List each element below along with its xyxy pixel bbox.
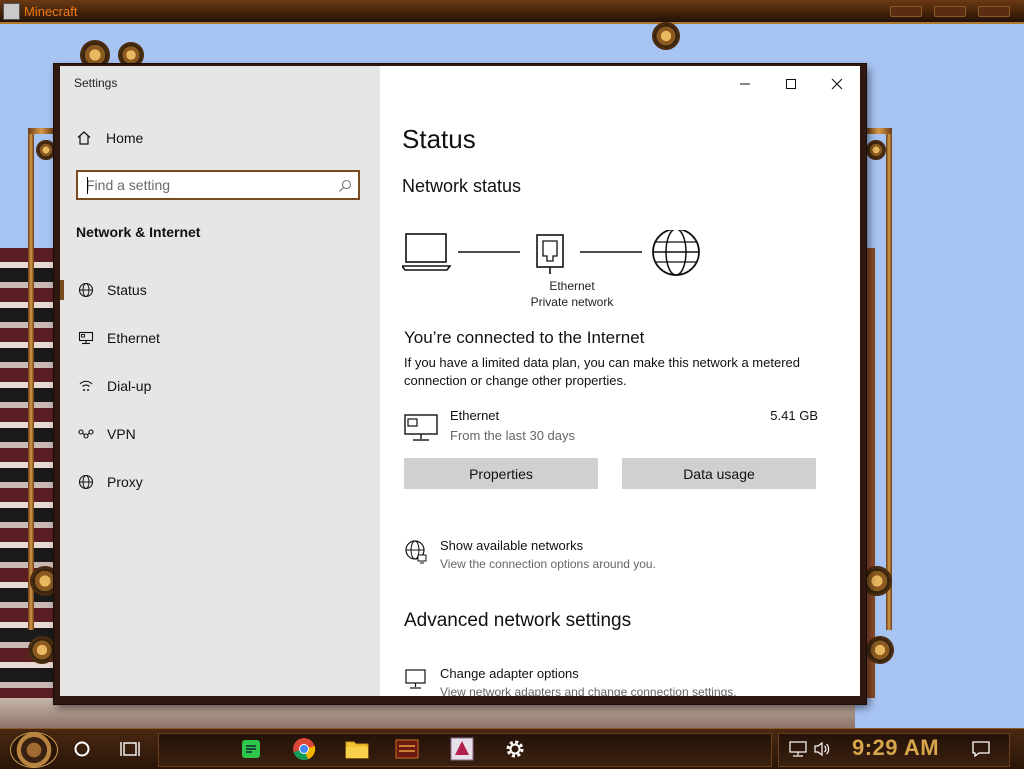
internet-globe-icon bbox=[652, 230, 700, 276]
steampunk-pipe bbox=[866, 128, 892, 134]
cortana-circle-icon bbox=[74, 741, 90, 757]
sidebar-item-label: Status bbox=[107, 282, 147, 298]
background-app-titlebar: Minecraft bbox=[0, 0, 1024, 24]
steampunk-pipe bbox=[28, 128, 54, 134]
background-minimize-button[interactable] bbox=[890, 6, 922, 17]
gear-icon bbox=[36, 140, 56, 160]
maximize-button[interactable] bbox=[776, 74, 806, 94]
sidebar-item-proxy[interactable]: Proxy bbox=[60, 462, 380, 502]
task-view-button[interactable] bbox=[118, 737, 142, 761]
notification-icon bbox=[972, 741, 990, 758]
dialup-icon bbox=[76, 378, 96, 394]
data-usage-amount: 5.41 GB bbox=[770, 408, 818, 423]
folder-icon bbox=[345, 741, 369, 759]
search-box[interactable] bbox=[76, 170, 360, 200]
globe-icon bbox=[76, 474, 96, 490]
network-tray-button[interactable] bbox=[786, 737, 810, 761]
gear-icon bbox=[862, 566, 892, 596]
sidebar-item-label: Ethernet bbox=[107, 330, 160, 346]
properties-button[interactable]: Properties bbox=[404, 458, 598, 489]
taskbar-app-notes[interactable] bbox=[239, 737, 263, 761]
network-status-heading: Network status bbox=[402, 176, 522, 196]
link-subtitle: View the connection options around you. bbox=[440, 557, 656, 571]
chrome-icon bbox=[293, 738, 316, 760]
settings-gear-icon bbox=[506, 740, 524, 758]
maximize-icon bbox=[786, 79, 796, 89]
network-type-label: Private network bbox=[530, 295, 614, 309]
ethernet-port-icon bbox=[536, 234, 564, 274]
home-nav-item[interactable]: Home bbox=[76, 130, 143, 146]
adapter-options-icon bbox=[405, 669, 426, 689]
window-title: Settings bbox=[74, 76, 118, 90]
task-view-icon bbox=[120, 742, 140, 756]
sidebar-item-status[interactable]: Status bbox=[60, 270, 380, 310]
background-close-button[interactable] bbox=[978, 6, 1010, 17]
home-icon bbox=[77, 131, 91, 145]
home-label: Home bbox=[106, 130, 144, 146]
minimize-icon bbox=[740, 83, 750, 85]
action-center-button[interactable] bbox=[969, 737, 993, 761]
start-button[interactable] bbox=[10, 732, 58, 768]
data-usage-button[interactable]: Data usage bbox=[622, 458, 816, 489]
notes-app-icon bbox=[242, 740, 260, 758]
gear-icon bbox=[866, 636, 894, 664]
globe-network-icon bbox=[405, 540, 427, 564]
connection-name: Ethernet bbox=[450, 408, 500, 423]
close-icon bbox=[831, 78, 843, 90]
minecraft-app-icon bbox=[3, 3, 20, 20]
taskbar-app-settings[interactable] bbox=[503, 737, 527, 761]
ethernet-adapter-icon bbox=[404, 414, 438, 441]
page-title: Status bbox=[402, 124, 476, 154]
settings-window: Settings Home Network & Internet bbox=[54, 64, 866, 704]
link-title: Change adapter options bbox=[440, 666, 579, 681]
gear-icon bbox=[866, 140, 886, 160]
vpn-icon bbox=[76, 426, 96, 442]
sidebar-item-label: Proxy bbox=[107, 474, 143, 490]
background-app-title: Minecraft bbox=[24, 4, 78, 19]
cortana-button[interactable] bbox=[70, 737, 94, 761]
usage-period: From the last 30 days bbox=[450, 428, 575, 443]
advanced-settings-heading: Advanced network settings bbox=[404, 610, 632, 631]
link-subtitle: View network adapters and change connect… bbox=[440, 685, 737, 696]
volume-icon bbox=[814, 741, 830, 757]
connected-heading: You’re connected to the Internet bbox=[404, 328, 645, 347]
widget-app-icon bbox=[395, 739, 419, 759]
taskbar-app-paint[interactable] bbox=[450, 737, 474, 761]
gear-icon bbox=[28, 636, 56, 664]
volume-tray-button[interactable] bbox=[810, 737, 834, 761]
network-tray-icon bbox=[789, 741, 807, 757]
change-adapter-options-link[interactable]: Change adapter options View network adap… bbox=[404, 666, 824, 696]
taskbar-app-chrome[interactable] bbox=[292, 737, 316, 761]
sidebar-item-dialup[interactable]: Dial-up bbox=[60, 366, 380, 406]
connection-usage-row: Ethernet From the last 30 days 5.41 GB bbox=[404, 408, 818, 450]
paint-app-icon bbox=[450, 737, 474, 761]
sidebar-section-title: Network & Internet bbox=[76, 224, 201, 240]
laptop-icon bbox=[402, 233, 452, 271]
taskbar-app-widget[interactable] bbox=[395, 737, 419, 761]
search-icon[interactable] bbox=[338, 179, 352, 193]
steampunk-pipe bbox=[886, 130, 892, 630]
globe-status-icon bbox=[76, 282, 96, 298]
link-title: Show available networks bbox=[440, 538, 584, 553]
sidebar-item-ethernet[interactable]: Ethernet bbox=[60, 318, 380, 358]
sidebar-item-vpn[interactable]: VPN bbox=[60, 414, 380, 454]
sidebar-item-label: VPN bbox=[107, 426, 136, 442]
gear-icon bbox=[652, 22, 680, 50]
background-maximize-button[interactable] bbox=[934, 6, 966, 17]
adapter-name-label: Ethernet bbox=[549, 279, 595, 293]
settings-sidebar: Settings Home Network & Internet bbox=[60, 66, 380, 696]
minimize-button[interactable] bbox=[730, 74, 760, 94]
search-input[interactable] bbox=[86, 177, 326, 193]
ethernet-icon bbox=[76, 330, 96, 346]
steampunk-pipe bbox=[28, 130, 34, 630]
text-caret bbox=[87, 177, 88, 194]
show-available-networks-link[interactable]: Show available networks View the connect… bbox=[404, 538, 824, 578]
close-button[interactable] bbox=[822, 74, 852, 94]
sidebar-item-label: Dial-up bbox=[107, 378, 152, 394]
taskbar: 9:29 AM bbox=[0, 728, 1024, 769]
taskbar-app-file-explorer[interactable] bbox=[345, 737, 369, 761]
settings-content: Status Network status Ethernet Private n… bbox=[380, 66, 860, 696]
taskbar-clock[interactable]: 9:29 AM bbox=[852, 735, 939, 761]
metered-description: If you have a limited data plan, you can… bbox=[404, 355, 800, 388]
